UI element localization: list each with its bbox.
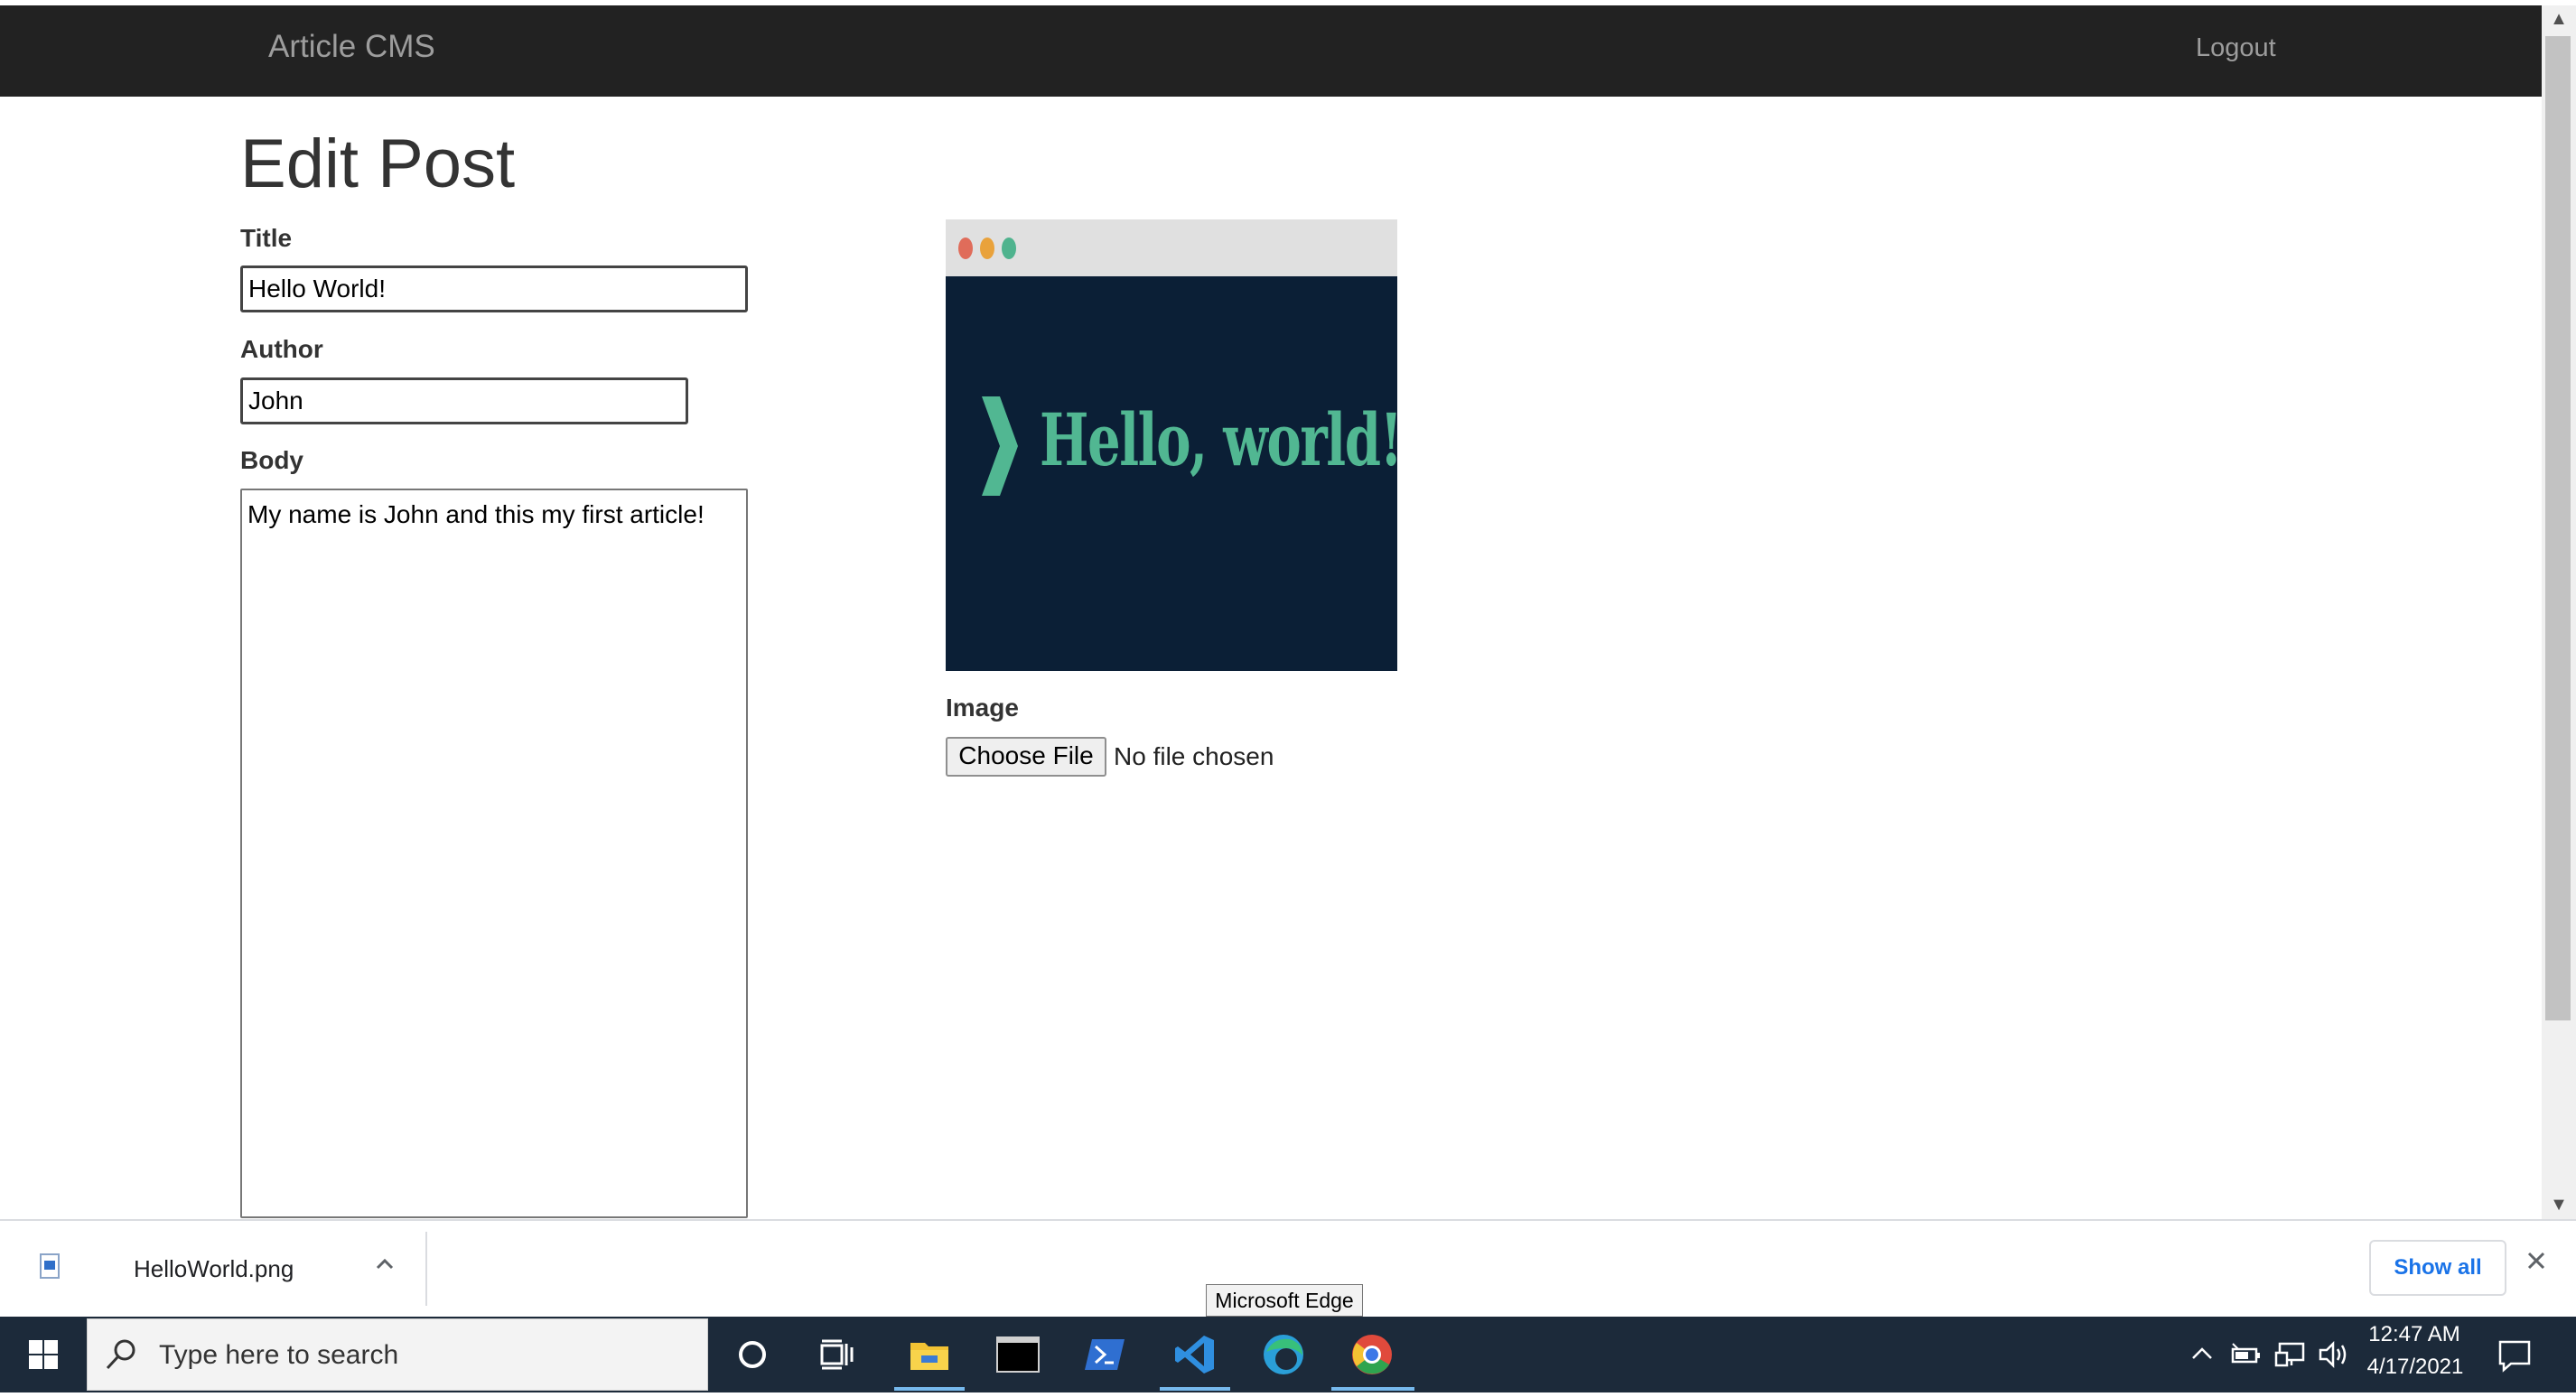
powershell-icon[interactable]	[1066, 1317, 1143, 1392]
title-label: Title	[240, 224, 293, 252]
battery-icon[interactable]	[2229, 1342, 2262, 1367]
network-icon[interactable]	[2274, 1340, 2307, 1369]
download-filename[interactable]: HelloWorld.png	[134, 1255, 294, 1283]
body-textarea[interactable]: My name is John and this my first articl…	[240, 489, 748, 1218]
start-button[interactable]	[0, 1317, 87, 1392]
download-divider	[425, 1232, 427, 1306]
chrome-active-indicator	[1331, 1387, 1414, 1391]
prompt-chevron-icon	[982, 396, 1018, 496]
logout-link[interactable]: Logout	[2196, 33, 2276, 63]
title-input[interactable]	[240, 265, 748, 312]
scroll-up-arrow-icon[interactable]: ▲	[2542, 5, 2576, 33]
show-all-button[interactable]: Show all	[2369, 1240, 2506, 1296]
body-label: Body	[240, 446, 303, 474]
explorer-active-indicator	[894, 1387, 965, 1391]
volume-icon[interactable]	[2318, 1340, 2350, 1369]
file-explorer-icon[interactable]	[891, 1317, 968, 1392]
edge-icon[interactable]	[1245, 1317, 1322, 1392]
vscode-icon[interactable]	[1156, 1317, 1234, 1392]
choose-file-button[interactable]: Choose File	[946, 737, 1106, 777]
clock-date[interactable]: 4/17/2021	[2359, 1355, 2471, 1380]
preview-text: Hello, world!_	[1040, 397, 1397, 482]
brand-link[interactable]: Article CMS	[268, 29, 435, 65]
clock-time[interactable]: 12:47 AM	[2365, 1322, 2464, 1347]
cortana-icon[interactable]	[714, 1317, 791, 1392]
image-preview: Hello, world!_	[946, 219, 1397, 671]
terminal-icon[interactable]	[979, 1317, 1057, 1392]
image-label: Image	[946, 694, 1019, 722]
tray-chevron-up-icon[interactable]	[2189, 1342, 2215, 1367]
scrollbar-thumb[interactable]	[2545, 36, 2571, 1020]
close-icon[interactable]	[2525, 1250, 2547, 1271]
task-view-icon[interactable]	[798, 1317, 876, 1392]
vscode-active-indicator	[1160, 1387, 1230, 1391]
page-title: Edit Post	[240, 126, 516, 202]
windows-logo-icon	[29, 1340, 58, 1369]
chevron-up-icon[interactable]	[374, 1253, 396, 1275]
scroll-down-arrow-icon[interactable]: ▼	[2542, 1190, 2576, 1219]
notifications-icon[interactable]	[2497, 1338, 2533, 1373]
preview-green-dot	[1002, 237, 1016, 259]
no-file-chosen-text: No file chosen	[1114, 742, 1274, 770]
image-file-icon[interactable]	[40, 1253, 60, 1279]
search-icon	[106, 1339, 135, 1370]
author-label: Author	[240, 335, 323, 363]
author-input[interactable]	[240, 377, 688, 424]
search-placeholder: Type here to search	[159, 1340, 399, 1370]
preview-red-dot	[958, 237, 973, 259]
taskbar-tooltip: Microsoft Edge	[1206, 1284, 1363, 1317]
preview-orange-dot	[980, 237, 994, 259]
chrome-icon[interactable]	[1333, 1317, 1411, 1392]
